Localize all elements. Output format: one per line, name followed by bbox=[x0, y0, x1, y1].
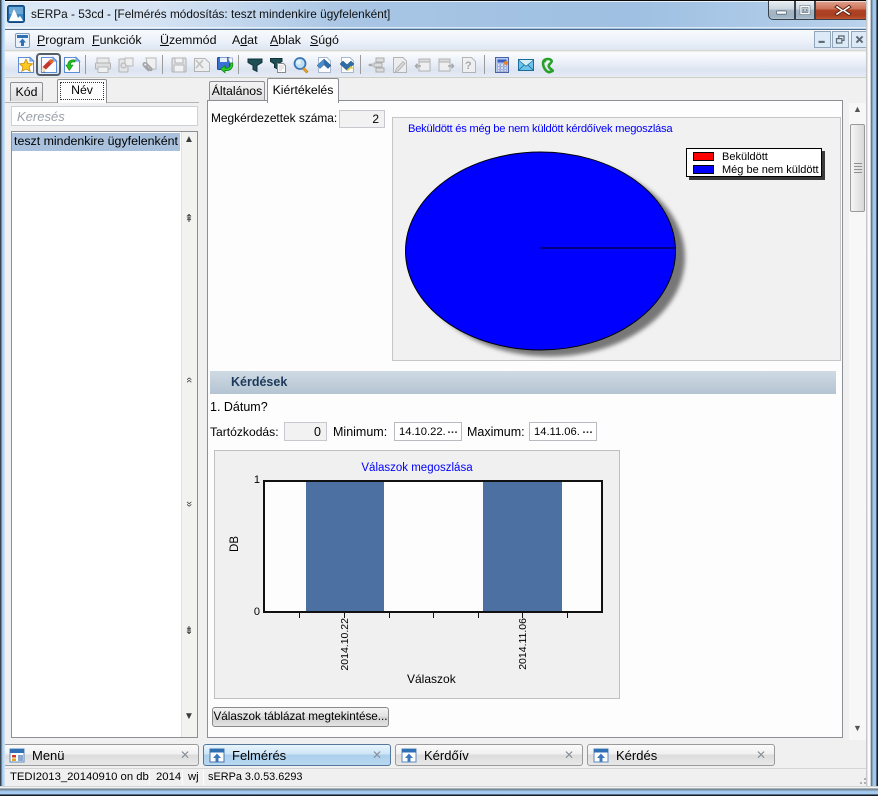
svg-text:?: ? bbox=[465, 60, 472, 72]
